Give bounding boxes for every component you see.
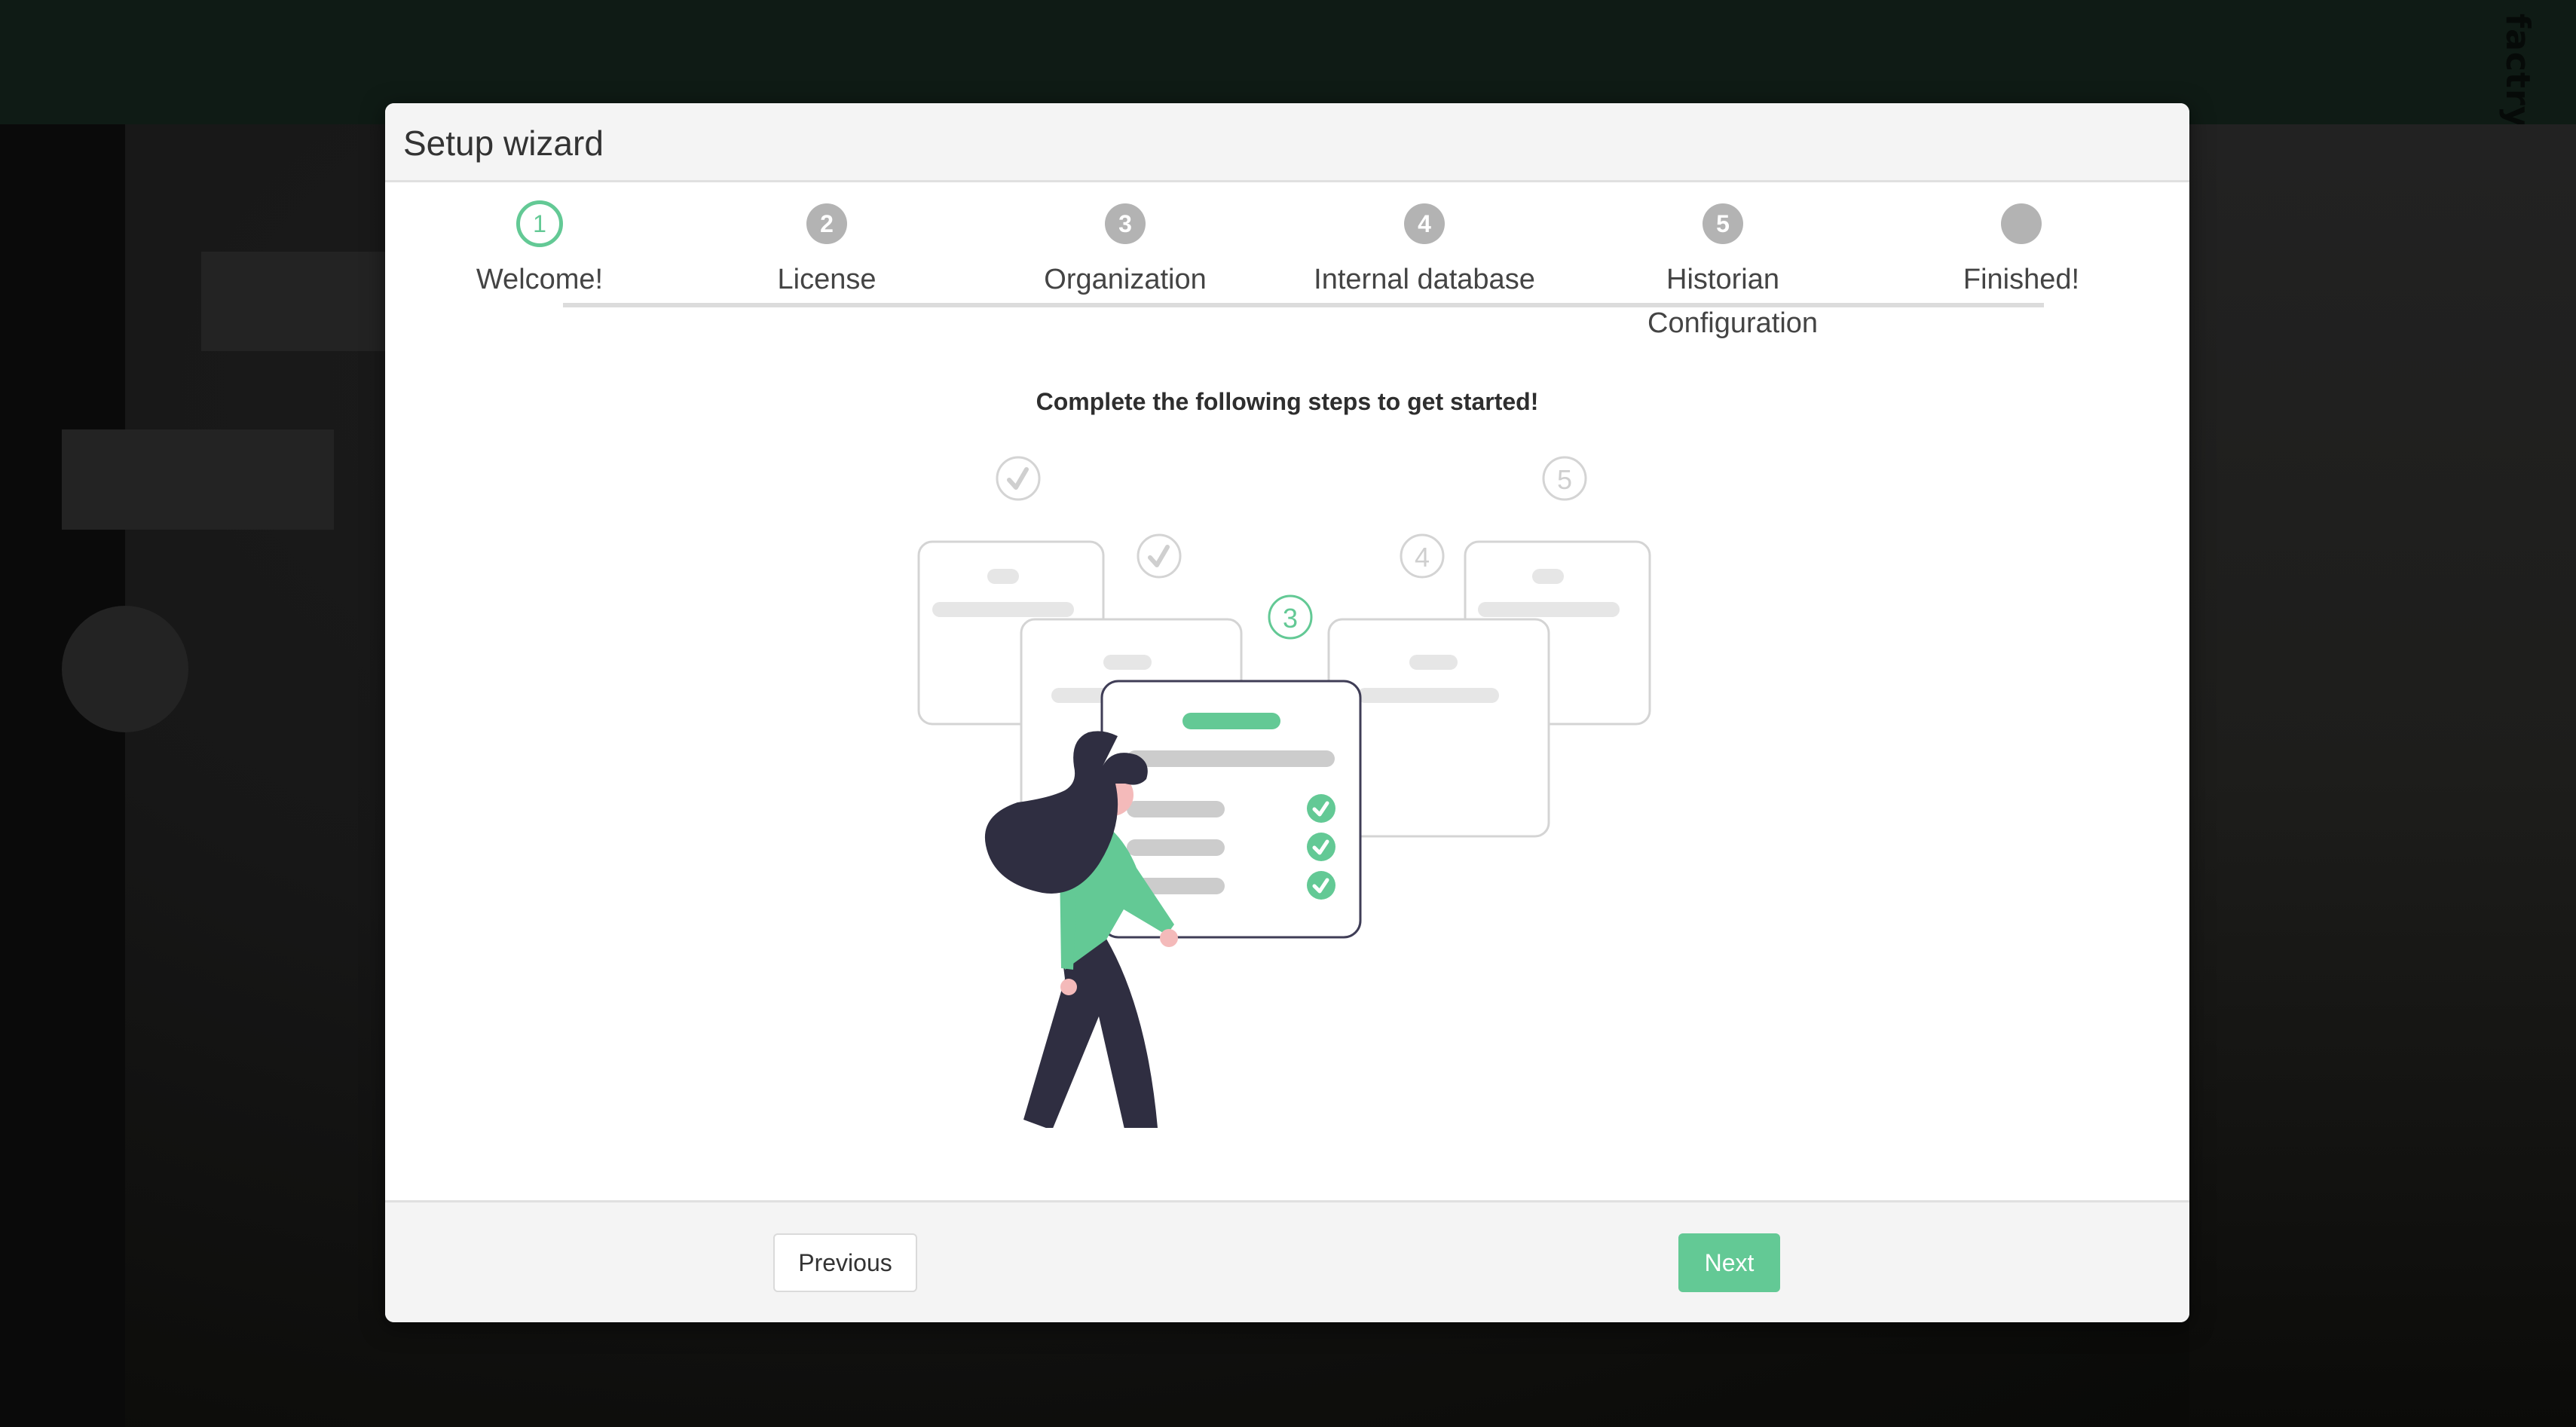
modal-title: Setup wizard <box>403 124 604 163</box>
step-card-4 <box>1327 618 1550 838</box>
step-indicator <box>2001 203 2042 244</box>
step-label: Organization <box>1044 264 1207 295</box>
setup-wizard-modal: Setup wizard 1 Welcome! 2 License 3 Orga… <box>385 103 2189 1322</box>
step-indicator: 2 <box>806 203 847 244</box>
placeholder-block <box>62 429 334 530</box>
step-label: Welcome! <box>476 264 604 295</box>
next-button[interactable]: Next <box>1678 1233 1780 1292</box>
step-label: Historian Configuration <box>1647 264 1819 339</box>
previous-button[interactable]: Previous <box>773 1233 917 1292</box>
step-indicator: 4 <box>1404 203 1445 244</box>
sidebar <box>0 124 125 1427</box>
modal-header: Setup wizard <box>385 103 2189 182</box>
placeholder-avatar <box>62 606 188 732</box>
step-label: Internal database <box>1314 264 1535 295</box>
right-panel-background <box>2189 124 2576 1427</box>
wizard-stepper: 1 Welcome! 2 License 3 Organization 4 In… <box>385 182 2189 371</box>
svg-text:4: 4 <box>1415 542 1430 573</box>
modal-footer: Previous Next <box>385 1200 2189 1322</box>
step-label: License <box>777 264 877 295</box>
svg-text:5: 5 <box>1557 464 1572 495</box>
step-badge-5: 5 <box>1542 456 1587 501</box>
step-indicator: 3 <box>1105 203 1146 244</box>
wizard-subtitle: Complete the following steps to get star… <box>1036 388 1539 415</box>
stepper-track <box>563 303 2044 307</box>
svg-text:3: 3 <box>1283 603 1298 634</box>
check-badge-icon <box>1137 533 1182 579</box>
wizard-illustration: 3 4 5 <box>917 456 1651 1128</box>
check-badge-icon <box>996 456 1041 501</box>
step-badge-4: 4 <box>1400 533 1445 579</box>
step-badge-3: 3 <box>1268 594 1313 640</box>
step-indicator: 5 <box>1703 203 1743 244</box>
step-indicator: 1 <box>516 200 563 247</box>
placeholder-block <box>201 252 397 351</box>
step-label: Finished! <box>1963 264 2080 295</box>
brand-logo[interactable]: factry <box>2498 14 2537 128</box>
